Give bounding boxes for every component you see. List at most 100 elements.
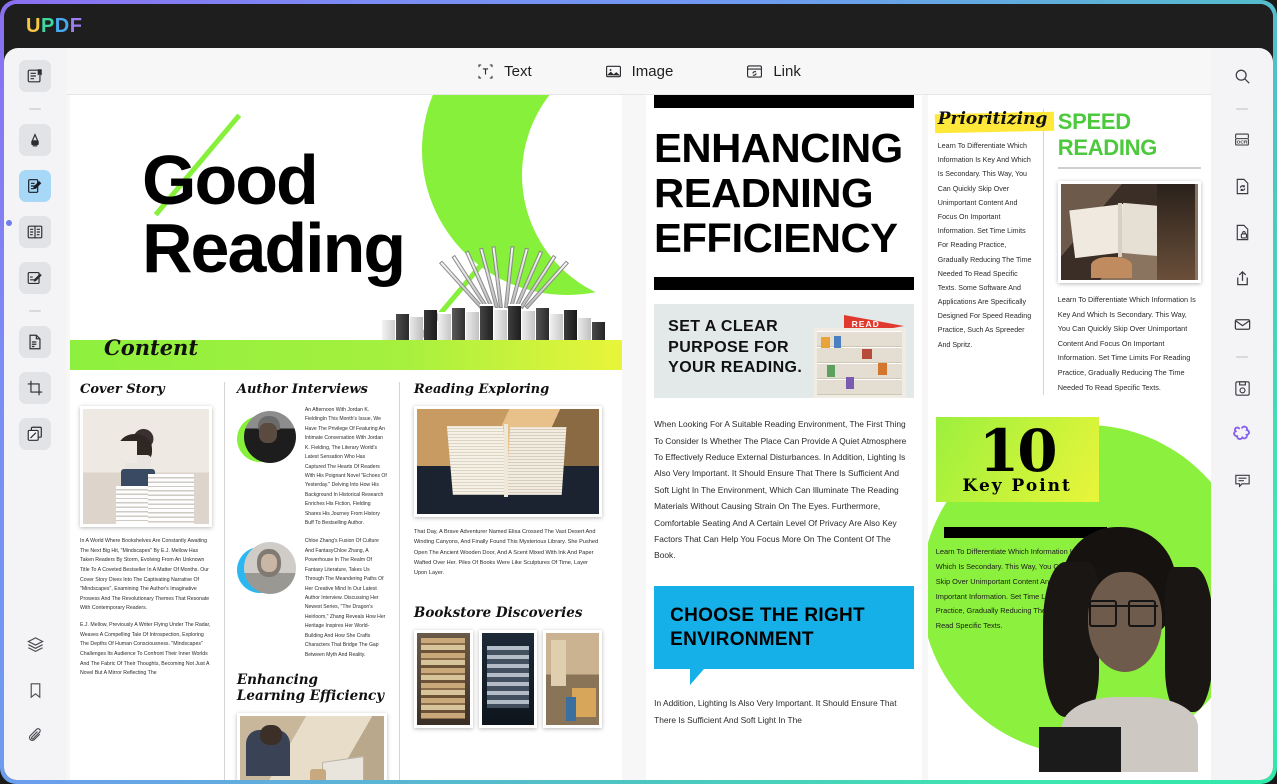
bookmark-icon[interactable] [19,674,51,706]
link-tool-icon [745,62,764,81]
avatar-photo-jordan [243,411,296,463]
section-heading-bookstore-discoveries: Bookstore Discoveries [413,604,583,621]
tool-link-label: Link [773,62,801,80]
batch-icon[interactable] [19,418,51,450]
comment-icon[interactable] [1226,464,1258,496]
sign-icon[interactable] [19,262,51,294]
image-tool-icon [604,62,623,81]
column-prioritizing: Prioritizing Learn To Differentiate Whic… [934,109,1054,395]
mid-top-rule [654,95,914,108]
author-interview-paragraph-1: An Afternoon With Jordan K. FieldingIn T… [304,407,387,527]
highlighter-icon[interactable] [19,124,51,156]
section-heading-reading-exploring: Reading Exploring [413,382,550,397]
ocr-icon[interactable]: OCR [1226,124,1258,156]
cover-story-paragraph-2: E.J. Mellow, Previously A Writer Flying … [80,622,211,677]
speed-reading-rule [1057,167,1201,169]
section-heading-author-interviews: Author Interviews [236,382,368,397]
callout-tail [690,669,718,686]
key-point-number: 10 [978,417,1058,486]
bookstore-photo-1 [413,629,473,728]
reader-portrait-photo [1032,522,1211,773]
hero-title: Good Reading [142,141,406,287]
prioritizing-heading-wrap: Prioritizing [934,109,1054,134]
edit-toolbar: Text Image Link [66,48,1211,95]
edit-pdf-icon[interactable] [19,170,51,202]
purpose-callout-box: SET A CLEAR PURPOSE FOR YOUR READING. RE… [654,304,914,399]
avatar-wrap-1 [236,406,297,528]
avatar-photo-chloe [243,542,296,595]
speed-reading-heading: SPEED READING [1057,109,1158,160]
environment-callout: CHOOSE THE RIGHT ENVIRONMENT [654,585,914,686]
mid-title-line1: ENHANCING [654,125,903,171]
mid-page-title: ENHANCING READNING EFFICIENCY [654,125,919,262]
key-point-section: 10 Key Point Learn To Differentiate Whic… [927,417,1211,777]
page-left[interactable]: Good Reading Content Cover Story In A Wo… [70,95,623,780]
right-rail-separator-2 [1236,356,1248,358]
hero-title-line1: Good [142,141,319,219]
rail-separator-1 [29,108,41,110]
bookstore-photo-3 [543,629,603,728]
convert-icon[interactable] [19,326,51,358]
left-sidebar [4,48,66,780]
email-icon[interactable] [1226,308,1258,340]
column-author-interviews: Author Interviews An Afternoon With Jord… [223,382,399,780]
hero-title-line2: Reading [142,208,406,287]
cover-story-paragraph-1: In A World Where Bookshelves Are Constan… [80,538,210,612]
tool-link[interactable]: Link [739,58,807,85]
tool-text[interactable]: Text [470,58,538,85]
mid-title-line2: READNING [654,170,874,217]
author-interview-paragraph-2: Chloe Zhang's Fusion Of Culture And Fant… [304,538,386,658]
active-tool-indicator [6,220,12,226]
speed-reading-text: Learn To Differentiate Which Information… [1057,295,1196,392]
right-sidebar: OCR [1211,48,1273,780]
section-heading-enhancing-learning: Enhancing Learning Efficiency [236,671,385,704]
center-area: Text Image Link Good Reading Content Cov… [66,48,1211,780]
right-rail-bottom-group [1226,418,1258,510]
author-entry-1: An Afternoon With Jordan K. FieldingIn T… [236,406,387,528]
right-page-columns: Prioritizing Learn To Differentiate Whic… [928,95,1211,396]
prioritizing-heading: Prioritizing [937,109,1048,129]
prioritizing-text: Learn To Differentiate Which Information… [937,142,1032,349]
layers-icon[interactable] [19,628,51,660]
updf-logo: UPDF [26,15,82,38]
section-heading-cover-story: Cover Story [80,382,165,397]
logo-letter-p: P [40,14,55,37]
avatar-wrap-2 [236,537,297,659]
document-canvas[interactable]: Good Reading Content Cover Story In A Wo… [66,95,1211,780]
cover-story-photo [80,406,212,527]
crop-icon[interactable] [19,372,51,404]
tool-image-label: Image [631,62,674,80]
page-middle[interactable]: ENHANCING READNING EFFICIENCY SET A CLEA… [646,95,922,780]
page-right[interactable]: Prioritizing Learn To Differentiate Whic… [927,95,1211,780]
tool-text-label: Text [504,62,532,80]
ai-assistant-icon[interactable] [1226,418,1258,450]
left-rail-bottom-group [4,628,66,766]
application-window: UPDF Text Image Link Good Reading Conten… [4,4,1273,780]
tool-image[interactable]: Image [598,58,680,85]
key-point-label: Key Point [962,476,1072,497]
environment-callout-text: CHOOSE THE RIGHT ENVIRONMENT [670,604,865,650]
rail-separator-2 [29,310,41,312]
attachment-icon[interactable] [19,720,51,752]
column-speed-reading: SPEED READING Learn To Differentiate Whi… [1042,109,1201,396]
protect-lock-icon[interactable] [1226,216,1258,248]
purpose-callout-text: SET A CLEAR PURPOSE FOR YOUR READING. [668,318,803,377]
logo-letter-f: F [69,14,83,37]
article-columns: Cover Story In A World Where Bookshelves… [70,370,622,780]
share-export-icon[interactable] [1226,262,1258,294]
enhancing-learning-photo [236,712,387,780]
mid-page-paragraph-2: In Addition, Lighting Is Also Very Impor… [654,698,897,725]
logo-letter-d: D [54,14,70,37]
mid-title-line3: EFFICIENCY [654,215,898,262]
title-bar: UPDF [4,4,1273,48]
convert-file-icon[interactable] [1226,170,1258,202]
mid-bottom-rule [654,277,914,291]
save-icon[interactable] [1226,372,1258,404]
column-reading-exploring: Reading Exploring That Day, A Brave Adve… [398,382,612,780]
application-frame: UPDF Text Image Link Good Reading Conten… [0,0,1277,784]
reader-icon[interactable] [19,60,51,92]
search-icon[interactable] [1226,60,1258,92]
organize-pages-icon[interactable] [19,216,51,248]
text-tool-icon [476,62,495,81]
content-label: Content [104,335,199,360]
